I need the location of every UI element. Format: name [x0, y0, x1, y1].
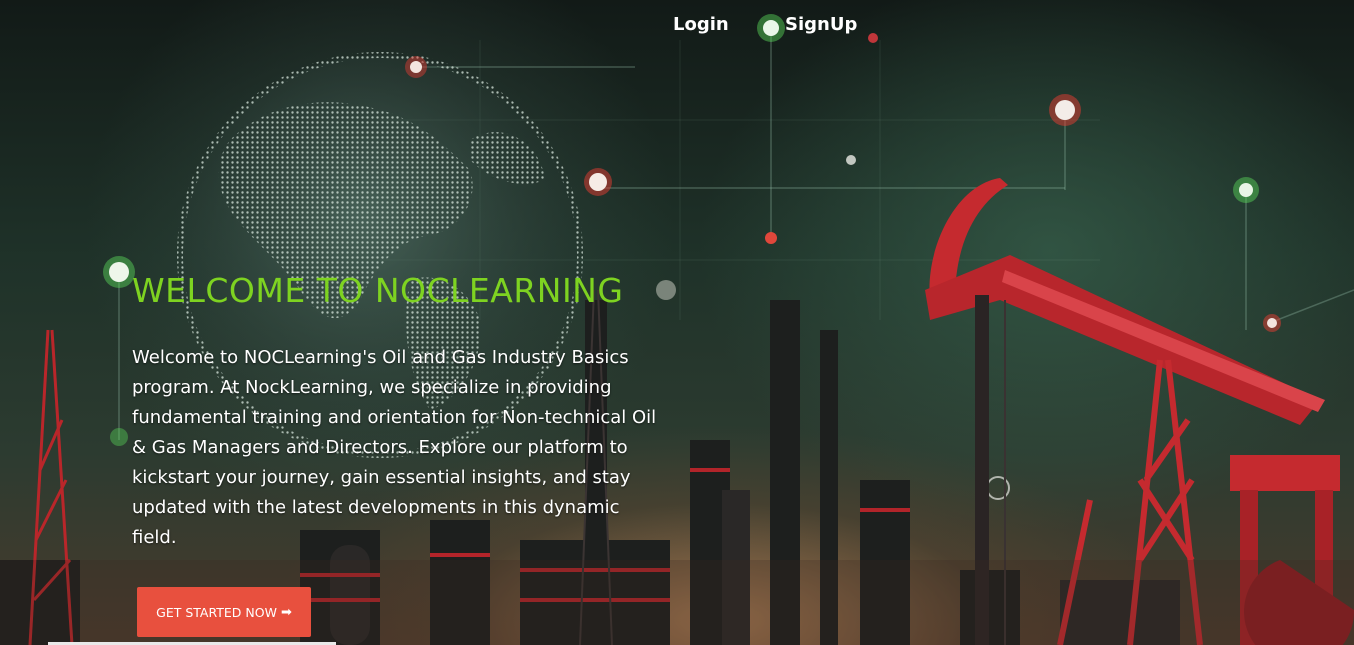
signup-link[interactable]: SignUp [785, 12, 857, 38]
login-link[interactable]: Login [673, 12, 729, 38]
arrow-right-icon: ➡ [280, 604, 292, 620]
top-nav: Login SignUp [0, 12, 1354, 40]
get-started-button[interactable]: GET STARTED NOW ➡ [137, 587, 311, 637]
hero-description: Welcome to NOCLearning's Oil and Gas Ind… [132, 347, 657, 548]
hero-title: WELCOME TO NOCLEARNING [132, 271, 624, 310]
get-started-label: GET STARTED NOW [156, 604, 277, 620]
hero-section: Login SignUp WELCOME TO NOCLEARNING Welc… [0, 0, 1354, 645]
